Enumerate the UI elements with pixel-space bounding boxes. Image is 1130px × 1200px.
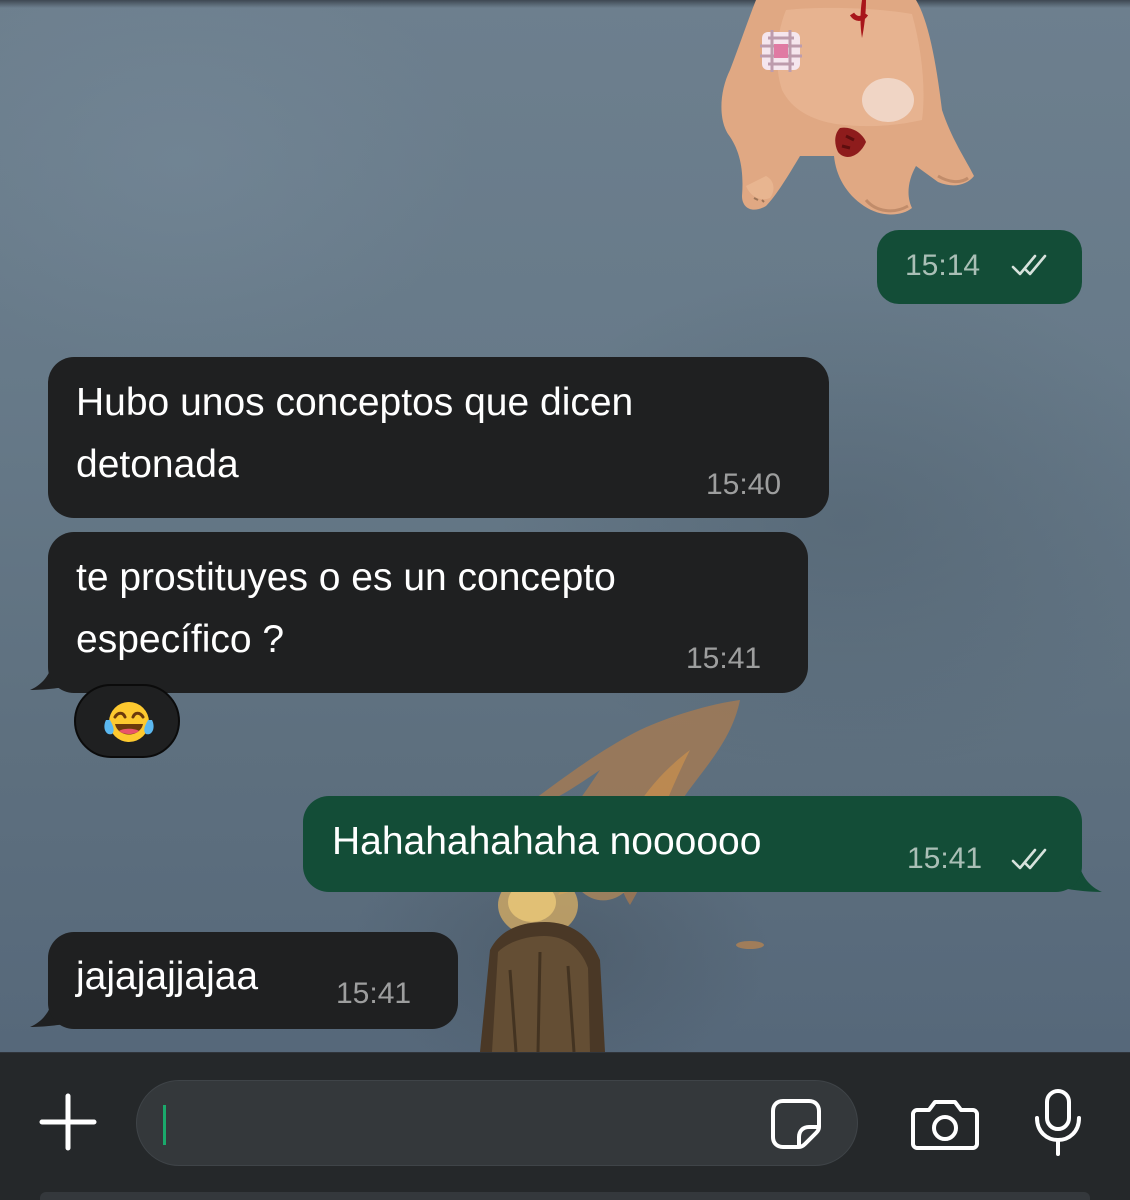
message-text-line: detonada	[76, 443, 239, 486]
message-input[interactable]	[171, 1099, 755, 1151]
message-time: 15:41	[686, 642, 762, 675]
message-time: 15:41	[907, 842, 983, 875]
message-time: 15:41	[336, 977, 412, 1010]
keyboard-edge	[40, 1192, 1090, 1200]
camera-icon[interactable]	[911, 1096, 979, 1152]
plus-icon[interactable]	[38, 1092, 98, 1152]
read-receipt-icon	[1011, 848, 1047, 870]
tears-of-joy-emoji-icon	[104, 702, 154, 742]
message-time: 15:40	[706, 468, 782, 501]
message-input-field[interactable]	[136, 1080, 858, 1166]
microphone-icon[interactable]	[1032, 1088, 1084, 1158]
text-caret	[163, 1105, 166, 1145]
incoming-message-bubble[interactable]: te prostituyes o es un concepto específi…	[48, 532, 808, 693]
message-reaction[interactable]	[74, 684, 180, 758]
read-receipt-icon	[1011, 254, 1047, 276]
sticker-timestamp-pill: 15:14	[877, 230, 1082, 304]
outgoing-message-bubble[interactable]: Hahahahahaha noooooo 15:41	[303, 796, 1082, 892]
message-text-line: te prostituyes o es un concepto	[76, 556, 616, 599]
message-text-line: Hubo unos conceptos que dicen	[76, 381, 634, 424]
message-time: 15:14	[905, 249, 981, 282]
message-text-line: específico ?	[76, 618, 285, 661]
dog-sticker[interactable]	[716, 0, 978, 224]
sticker-icon[interactable]	[769, 1097, 823, 1151]
incoming-message-bubble[interactable]: jajajajjajaa 15:41	[48, 932, 458, 1029]
message-text-line: Hahahahahaha noooooo	[332, 820, 762, 863]
incoming-message-bubble[interactable]: Hubo unos conceptos que dicen detonada 1…	[48, 357, 829, 518]
message-text-line: jajajajjajaa	[76, 955, 259, 998]
